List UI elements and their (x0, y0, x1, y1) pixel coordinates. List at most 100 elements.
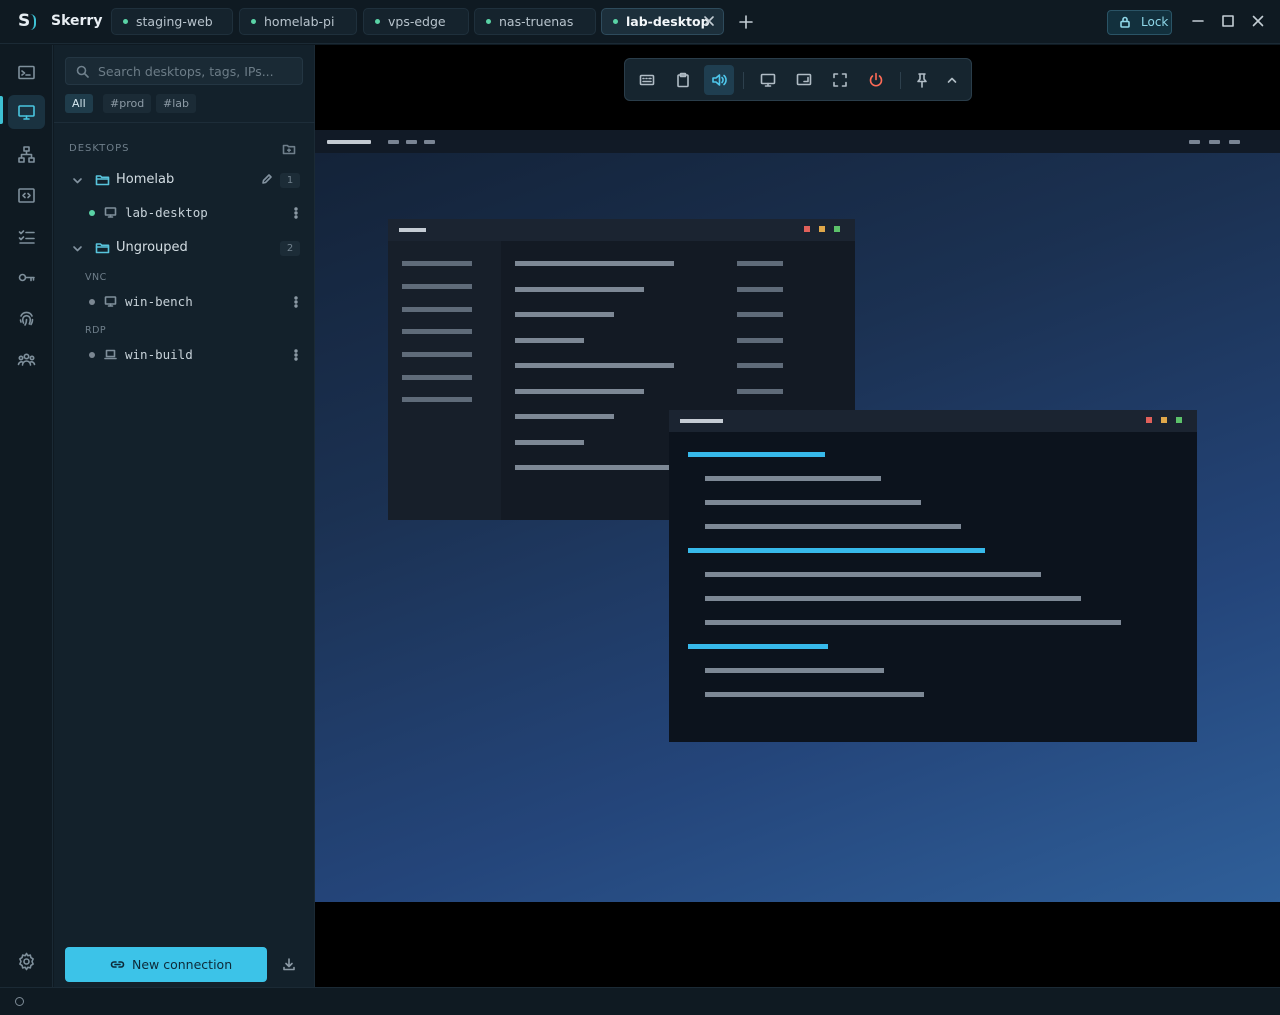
window-close-dot (804, 226, 810, 232)
clipboard-button[interactable] (668, 65, 698, 95)
filter-chip-all[interactable]: All (65, 94, 93, 113)
taskbar-item (1209, 140, 1220, 144)
keyboard-icon (639, 72, 655, 88)
desktop-item-win-build[interactable]: win-build (54, 341, 315, 369)
link-icon (110, 958, 125, 971)
tab-label: homelab-pi (264, 14, 335, 29)
settings-gear-icon[interactable] (17, 952, 36, 971)
close-icon[interactable] (703, 15, 715, 27)
fullscreen-button[interactable] (825, 65, 855, 95)
desktop-item-lab-desktop[interactable]: lab-desktop (54, 199, 315, 227)
checklist-icon (17, 227, 36, 246)
tab-label: staging-web (136, 14, 213, 29)
rail-network[interactable] (8, 137, 45, 171)
window-content-line (515, 261, 674, 266)
tab-vps-edge[interactable]: vps-edge (363, 8, 469, 35)
group-ungrouped[interactable]: Ungrouped 2 (54, 234, 315, 262)
rail-identities[interactable] (8, 301, 45, 335)
window-content-line (688, 644, 828, 649)
more-vertical-icon[interactable] (290, 295, 302, 309)
window-content-line (737, 338, 783, 343)
window-titlebar (388, 219, 855, 241)
chevron-down-icon[interactable] (72, 243, 83, 254)
search-box (65, 57, 303, 85)
scale-button[interactable] (789, 65, 819, 95)
pin-icon (914, 72, 930, 88)
new-folder-icon[interactable] (282, 142, 296, 156)
new-connection-button[interactable]: New connection (65, 947, 267, 982)
window-maximize-dot (834, 226, 840, 232)
fingerprint-icon (17, 309, 36, 328)
tab-status-dot (486, 19, 491, 24)
rail-terminal[interactable] (8, 55, 45, 89)
status-dot (89, 299, 95, 305)
network-icon (17, 145, 36, 164)
desktop-item-win-bench[interactable]: win-bench (54, 288, 315, 316)
rail-keys[interactable] (8, 260, 45, 294)
group-homelab[interactable]: Homelab 1 (54, 166, 315, 194)
window-content-line (705, 692, 924, 697)
search-input[interactable] (98, 58, 298, 84)
tab-label: nas-truenas (499, 14, 574, 29)
pencil-icon[interactable] (261, 173, 273, 185)
rail-desktops[interactable] (8, 95, 45, 129)
more-vertical-icon[interactable] (290, 348, 302, 362)
speaker-icon (711, 72, 727, 88)
search-icon (76, 65, 89, 78)
desktop-icon (17, 103, 36, 122)
tab-nas-truenas[interactable]: nas-truenas (474, 8, 596, 35)
add-tab-icon[interactable] (737, 13, 755, 31)
toolbar-separator (743, 72, 744, 89)
key-icon (17, 268, 36, 287)
window-content-line (515, 465, 674, 470)
disconnect-button[interactable] (861, 65, 891, 95)
minimize-icon[interactable] (1191, 14, 1205, 28)
remote-viewport[interactable] (315, 45, 1280, 987)
fullscreen-icon (832, 72, 848, 88)
collapse-toolbar-button[interactable] (937, 65, 967, 95)
window-content-line (688, 452, 825, 457)
window-content-line (402, 397, 472, 402)
maximize-icon[interactable] (1221, 14, 1235, 28)
chevron-down-icon[interactable] (72, 175, 83, 186)
import-icon[interactable] (282, 957, 296, 971)
display-button[interactable] (753, 65, 783, 95)
more-vertical-icon[interactable] (290, 206, 302, 220)
window-content-line (402, 284, 472, 289)
connection-status-icon (15, 997, 24, 1006)
audio-button[interactable] (704, 65, 734, 95)
keyboard-button[interactable] (632, 65, 662, 95)
window-content-line (737, 312, 783, 317)
lock-icon (1119, 16, 1131, 28)
window-content-line (515, 287, 644, 292)
window-content-line (515, 414, 614, 419)
rail-tasks[interactable] (8, 219, 45, 253)
rail-team[interactable] (8, 342, 45, 376)
window-content-line (705, 596, 1081, 601)
window-content-line (515, 338, 584, 343)
filter-chip-lab[interactable]: #lab (156, 94, 196, 113)
window-content-line (737, 363, 783, 368)
filter-chip-prod[interactable]: #prod (103, 94, 152, 113)
tab-label: lab-desktop (626, 14, 710, 29)
tab-staging-web[interactable]: staging-web (111, 8, 233, 35)
tab-status-dot (613, 19, 618, 24)
tab-homelab-pi[interactable]: homelab-pi (239, 8, 357, 35)
protocol-label-vnc: VNC (85, 272, 107, 283)
section-title: DESKTOPS (69, 143, 130, 154)
laptop-icon (104, 348, 117, 361)
window-minimize-dot (819, 226, 825, 232)
lock-label: Lock (1141, 15, 1169, 29)
status-dot (89, 352, 95, 358)
window-content-line (515, 312, 614, 317)
tab-lab-desktop[interactable]: lab-desktop (601, 8, 724, 35)
rail-snippets[interactable] (8, 178, 45, 212)
tab-status-dot (123, 19, 128, 24)
window-content-line (515, 440, 584, 445)
chevron-up-icon (944, 72, 960, 88)
title-bar: S Skerry staging-web homelab-pi vps-edge… (0, 0, 1280, 44)
lock-button[interactable]: Lock (1107, 10, 1172, 35)
remote-desktop-screen[interactable] (315, 130, 1280, 902)
pin-button[interactable] (907, 65, 937, 95)
close-window-icon[interactable] (1251, 14, 1265, 28)
